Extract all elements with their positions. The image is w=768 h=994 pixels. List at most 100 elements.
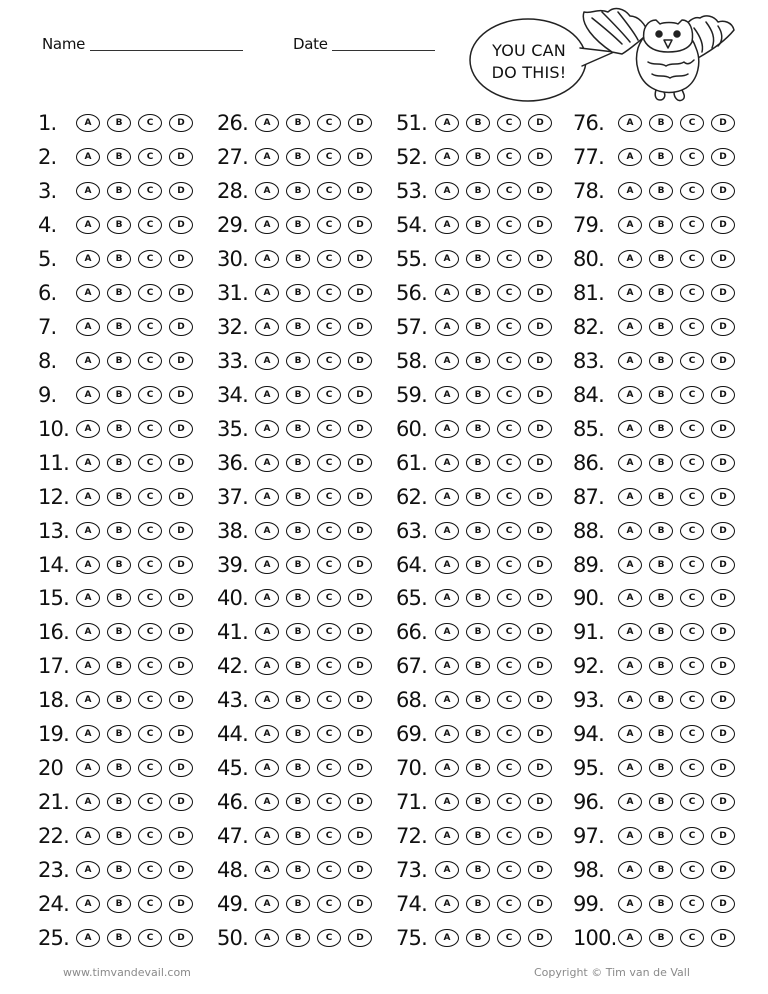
- answer-bubble-a[interactable]: A: [618, 385, 642, 404]
- answer-bubble-b[interactable]: B: [649, 929, 673, 947]
- answer-bubble-a[interactable]: A: [76, 521, 100, 540]
- answer-bubble-c[interactable]: C: [317, 895, 341, 914]
- answer-bubble-b[interactable]: B: [286, 725, 310, 744]
- answer-bubble-d[interactable]: D: [169, 419, 193, 438]
- answer-bubble-c[interactable]: C: [138, 317, 162, 336]
- answer-bubble-d[interactable]: D: [711, 283, 735, 302]
- answer-bubble-d[interactable]: D: [169, 827, 193, 846]
- answer-bubble-b[interactable]: B: [286, 114, 310, 132]
- answer-bubble-a[interactable]: A: [255, 283, 279, 302]
- answer-bubble-d[interactable]: D: [528, 895, 552, 914]
- answer-bubble-b[interactable]: B: [649, 691, 673, 710]
- answer-bubble-d[interactable]: D: [348, 759, 372, 778]
- answer-bubble-b[interactable]: B: [107, 759, 131, 778]
- answer-bubble-d[interactable]: D: [711, 181, 735, 200]
- answer-bubble-b[interactable]: B: [107, 453, 131, 472]
- answer-bubble-d[interactable]: D: [169, 861, 193, 880]
- answer-bubble-d[interactable]: D: [528, 148, 552, 166]
- answer-bubble-a[interactable]: A: [255, 827, 279, 846]
- answer-bubble-b[interactable]: B: [107, 521, 131, 540]
- answer-bubble-d[interactable]: D: [528, 691, 552, 710]
- answer-bubble-d[interactable]: D: [169, 181, 193, 200]
- answer-bubble-b[interactable]: B: [649, 249, 673, 268]
- answer-bubble-a[interactable]: A: [618, 555, 642, 574]
- answer-bubble-d[interactable]: D: [169, 589, 193, 608]
- answer-bubble-c[interactable]: C: [138, 148, 162, 166]
- answer-bubble-b[interactable]: B: [466, 114, 490, 132]
- answer-bubble-b[interactable]: B: [107, 555, 131, 574]
- answer-bubble-d[interactable]: D: [169, 929, 193, 947]
- answer-bubble-b[interactable]: B: [286, 861, 310, 880]
- answer-bubble-a[interactable]: A: [618, 691, 642, 710]
- answer-bubble-c[interactable]: C: [680, 487, 704, 506]
- answer-bubble-b[interactable]: B: [466, 895, 490, 914]
- answer-bubble-d[interactable]: D: [348, 555, 372, 574]
- answer-bubble-d[interactable]: D: [348, 215, 372, 234]
- answer-bubble-c[interactable]: C: [138, 929, 162, 947]
- answer-bubble-d[interactable]: D: [528, 487, 552, 506]
- answer-bubble-a[interactable]: A: [435, 385, 459, 404]
- answer-bubble-c[interactable]: C: [138, 793, 162, 812]
- answer-bubble-d[interactable]: D: [711, 114, 735, 132]
- answer-bubble-c[interactable]: C: [497, 283, 521, 302]
- answer-bubble-d[interactable]: D: [169, 691, 193, 710]
- answer-bubble-d[interactable]: D: [528, 181, 552, 200]
- answer-bubble-a[interactable]: A: [255, 249, 279, 268]
- answer-bubble-a[interactable]: A: [255, 555, 279, 574]
- answer-bubble-d[interactable]: D: [348, 691, 372, 710]
- answer-bubble-b[interactable]: B: [107, 351, 131, 370]
- answer-bubble-b[interactable]: B: [286, 453, 310, 472]
- answer-bubble-d[interactable]: D: [348, 657, 372, 676]
- answer-bubble-c[interactable]: C: [138, 521, 162, 540]
- answer-bubble-b[interactable]: B: [649, 657, 673, 676]
- answer-bubble-c[interactable]: C: [680, 148, 704, 166]
- answer-bubble-a[interactable]: A: [435, 657, 459, 676]
- answer-bubble-b[interactable]: B: [107, 657, 131, 676]
- answer-bubble-d[interactable]: D: [711, 317, 735, 336]
- answer-bubble-b[interactable]: B: [466, 589, 490, 608]
- answer-bubble-b[interactable]: B: [286, 317, 310, 336]
- answer-bubble-c[interactable]: C: [497, 725, 521, 744]
- answer-bubble-d[interactable]: D: [348, 453, 372, 472]
- answer-bubble-b[interactable]: B: [466, 725, 490, 744]
- answer-bubble-c[interactable]: C: [680, 589, 704, 608]
- answer-bubble-d[interactable]: D: [169, 895, 193, 914]
- answer-bubble-b[interactable]: B: [466, 249, 490, 268]
- answer-bubble-c[interactable]: C: [497, 487, 521, 506]
- answer-bubble-c[interactable]: C: [680, 623, 704, 642]
- answer-bubble-b[interactable]: B: [466, 691, 490, 710]
- answer-bubble-d[interactable]: D: [711, 555, 735, 574]
- answer-bubble-b[interactable]: B: [286, 623, 310, 642]
- answer-bubble-c[interactable]: C: [317, 827, 341, 846]
- answer-bubble-a[interactable]: A: [618, 419, 642, 438]
- answer-bubble-b[interactable]: B: [107, 148, 131, 166]
- answer-bubble-b[interactable]: B: [649, 487, 673, 506]
- answer-bubble-a[interactable]: A: [76, 351, 100, 370]
- answer-bubble-d[interactable]: D: [711, 929, 735, 947]
- answer-bubble-b[interactable]: B: [649, 623, 673, 642]
- answer-bubble-d[interactable]: D: [528, 589, 552, 608]
- answer-bubble-a[interactable]: A: [76, 793, 100, 812]
- answer-bubble-a[interactable]: A: [255, 453, 279, 472]
- answer-bubble-c[interactable]: C: [138, 114, 162, 132]
- answer-bubble-d[interactable]: D: [348, 419, 372, 438]
- answer-bubble-a[interactable]: A: [255, 317, 279, 336]
- answer-bubble-a[interactable]: A: [76, 181, 100, 200]
- answer-bubble-b[interactable]: B: [107, 419, 131, 438]
- answer-bubble-c[interactable]: C: [497, 419, 521, 438]
- answer-bubble-b[interactable]: B: [649, 385, 673, 404]
- answer-bubble-a[interactable]: A: [255, 181, 279, 200]
- answer-bubble-a[interactable]: A: [618, 317, 642, 336]
- answer-bubble-a[interactable]: A: [255, 114, 279, 132]
- answer-bubble-d[interactable]: D: [711, 487, 735, 506]
- answer-bubble-c[interactable]: C: [680, 691, 704, 710]
- answer-bubble-d[interactable]: D: [169, 283, 193, 302]
- answer-bubble-c[interactable]: C: [138, 419, 162, 438]
- answer-bubble-a[interactable]: A: [618, 861, 642, 880]
- answer-bubble-a[interactable]: A: [255, 929, 279, 947]
- answer-bubble-a[interactable]: A: [435, 249, 459, 268]
- answer-bubble-c[interactable]: C: [138, 623, 162, 642]
- answer-bubble-d[interactable]: D: [348, 114, 372, 132]
- answer-bubble-c[interactable]: C: [497, 657, 521, 676]
- answer-bubble-b[interactable]: B: [466, 827, 490, 846]
